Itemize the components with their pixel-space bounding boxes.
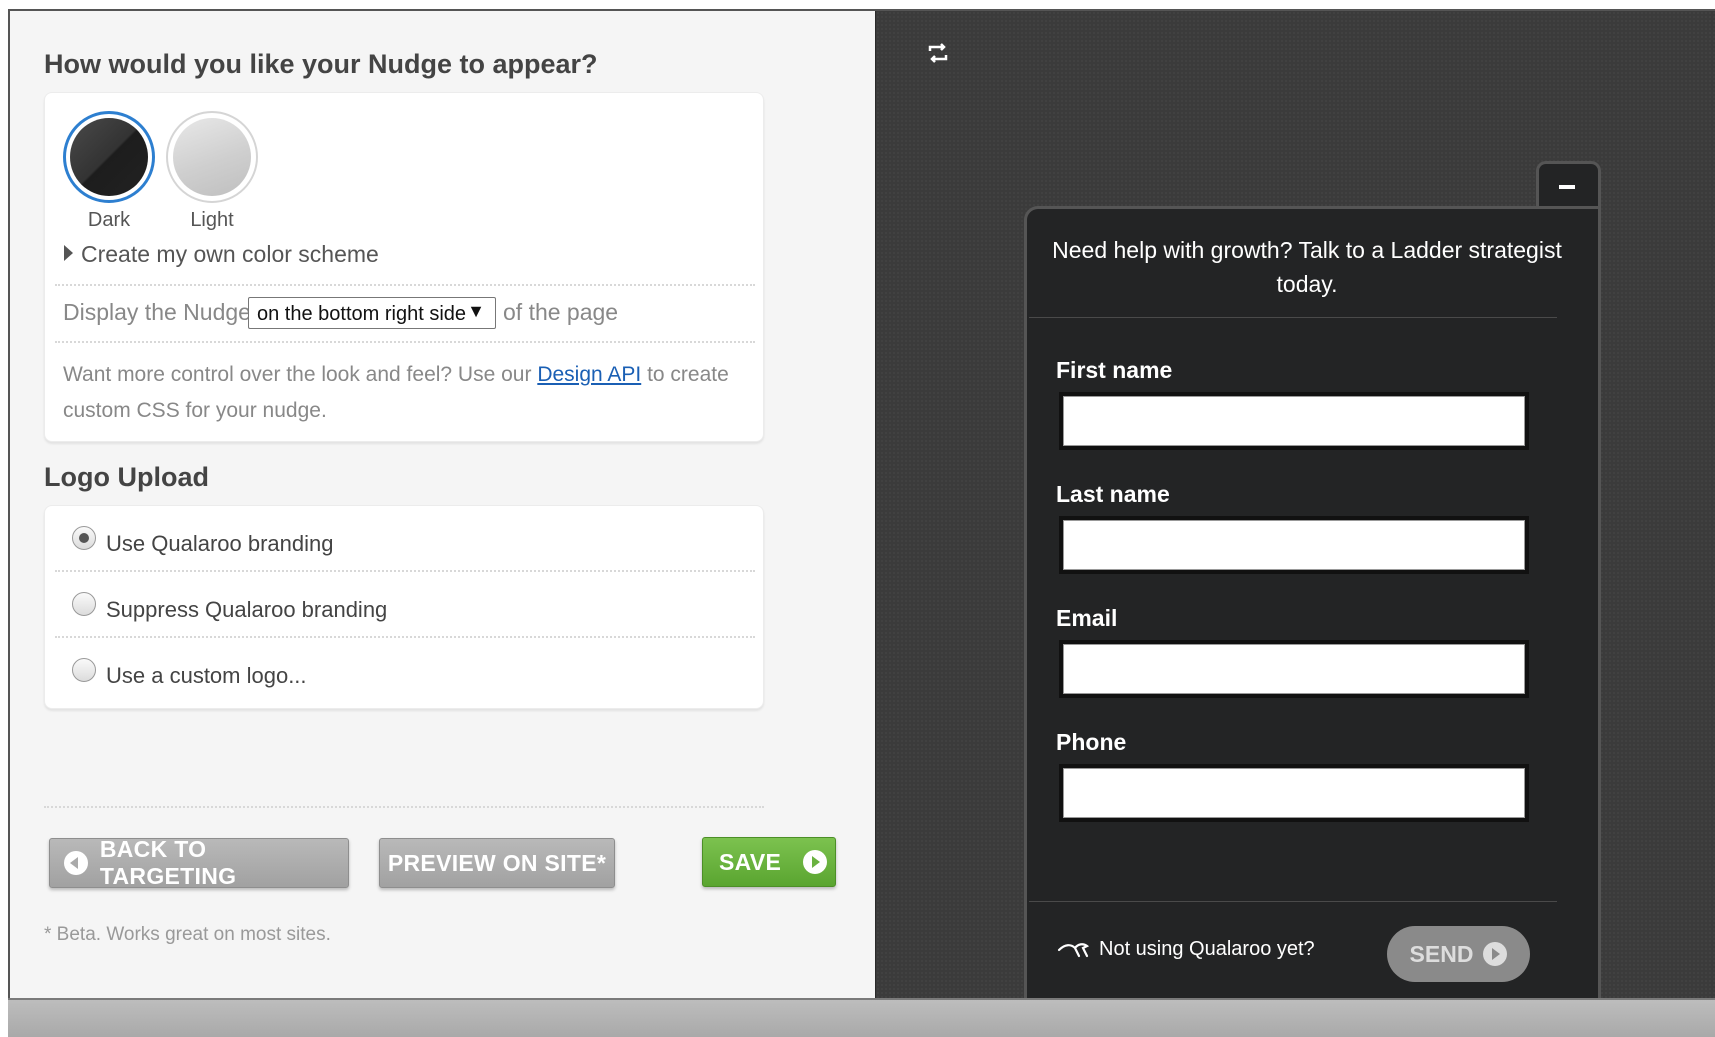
dropdown-arrow-icon: ▼ xyxy=(467,301,485,321)
send-arrow-icon xyxy=(1483,942,1508,966)
radio-suppress-branding[interactable] xyxy=(72,592,96,616)
design-api-text-line2: custom CSS for your nudge. xyxy=(63,399,327,422)
save-button[interactable]: SAVE xyxy=(702,837,836,887)
logo-upload-card: Use Qualaroo branding Suppress Qualaroo … xyxy=(44,505,764,709)
divider xyxy=(55,636,755,638)
back-button-label: BACK TO TARGETING xyxy=(99,836,237,889)
design-api-text-after: to create xyxy=(647,363,729,386)
nudge-preview: Need help with growth? Talk to a Ladder … xyxy=(1024,206,1601,1011)
radio-custom-logo[interactable] xyxy=(72,658,96,682)
position-select-value: on the bottom right side xyxy=(257,303,467,325)
logo-upload-title: Logo Upload xyxy=(44,462,209,492)
first-name-input[interactable] xyxy=(1059,392,1529,450)
design-api-text: Want more control over the look and feel… xyxy=(63,363,532,386)
radio-use-branding[interactable] xyxy=(72,526,96,550)
design-api-link[interactable]: Design API xyxy=(537,363,641,386)
light-theme-label: Light xyxy=(190,209,234,231)
minimize-icon xyxy=(1559,185,1575,189)
bottom-scrollbar xyxy=(8,998,1715,1037)
refresh-icon[interactable] xyxy=(926,42,950,64)
back-to-targeting-button[interactable]: BACK TO TARGETING xyxy=(49,836,349,889)
radio-use-branding-label: Use Qualaroo branding xyxy=(106,531,334,556)
back-arrow-icon xyxy=(64,851,88,875)
save-arrow-icon xyxy=(803,850,828,874)
design-api-note: Want more control over the look and feel… xyxy=(63,357,753,429)
settings-panel: How would you like your Nudge to appear?… xyxy=(10,11,875,998)
divider xyxy=(55,341,755,343)
email-label: Email xyxy=(1056,605,1118,631)
preview-on-site-button[interactable]: PREVIEW ON SITE* xyxy=(379,838,615,888)
phone-label: Phone xyxy=(1056,729,1127,755)
nudge-divider xyxy=(1029,317,1557,318)
not-using-qualaroo-text[interactable]: Not using Qualaroo yet? xyxy=(1099,938,1315,961)
email-input[interactable] xyxy=(1059,640,1529,698)
radio-suppress-branding-label: Suppress Qualaroo branding xyxy=(106,597,388,622)
send-button[interactable]: SEND xyxy=(1387,926,1530,982)
nudge-divider xyxy=(1029,901,1557,902)
divider xyxy=(44,806,764,808)
appearance-title: How would you like your Nudge to appear? xyxy=(44,49,598,79)
radio-custom-logo-label: Use a custom logo... xyxy=(106,663,307,688)
preview-button-label: PREVIEW ON SITE* xyxy=(387,849,607,876)
custom-color-scheme-toggle[interactable]: Create my own color scheme xyxy=(81,241,379,268)
position-select[interactable]: on the bottom right side ▼ xyxy=(248,297,496,329)
display-suffix: of the page xyxy=(503,299,619,325)
light-theme-swatch[interactable] xyxy=(166,111,258,203)
preview-panel: Need help with growth? Talk to a Ladder … xyxy=(875,11,1715,1011)
dark-theme-label: Dark xyxy=(87,209,131,231)
first-name-label: First name xyxy=(1056,357,1173,383)
save-button-label: SAVE xyxy=(719,848,782,875)
divider xyxy=(55,284,755,286)
appearance-card: Dark Light Create my own color scheme Di… xyxy=(44,92,764,442)
last-name-label: Last name xyxy=(1056,481,1170,507)
nudge-question: Need help with growth? Talk to a Ladder … xyxy=(1052,237,1562,297)
send-button-label: SEND xyxy=(1409,940,1474,967)
beta-footnote: * Beta. Works great on most sites. xyxy=(44,924,331,945)
kangaroo-logo-icon xyxy=(1057,943,1090,958)
dark-theme-swatch[interactable] xyxy=(63,111,155,203)
divider xyxy=(55,570,755,572)
phone-input[interactable] xyxy=(1059,764,1529,822)
expand-triangle-icon[interactable] xyxy=(64,245,73,261)
last-name-input[interactable] xyxy=(1059,516,1529,574)
display-prefix: Display the Nudge xyxy=(63,299,251,325)
